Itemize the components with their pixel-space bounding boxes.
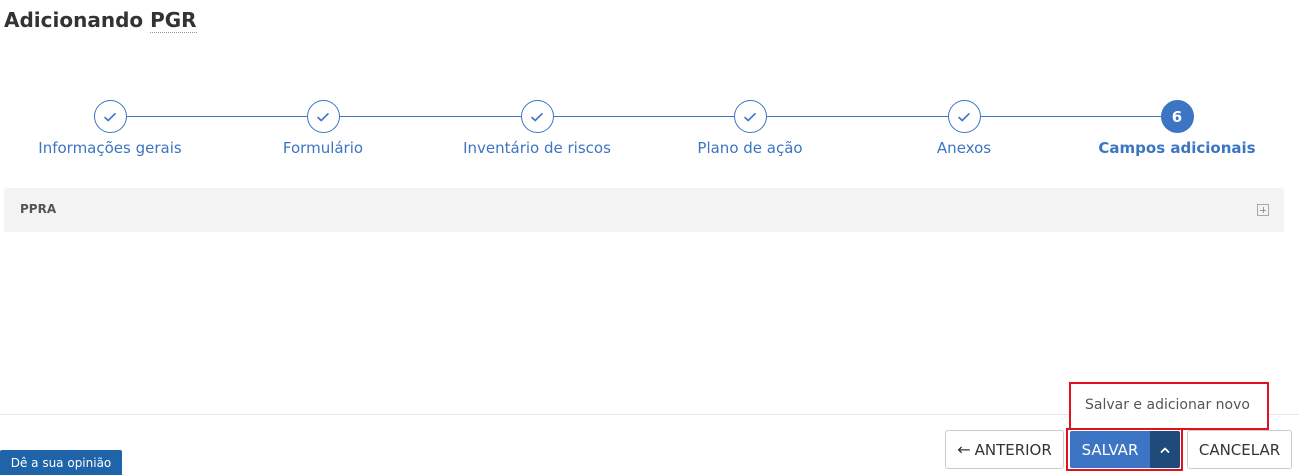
step-label: Campos adicionais (1098, 139, 1256, 157)
save-button[interactable]: SALVAR (1070, 431, 1150, 468)
step-plano-de-acao[interactable]: Plano de ação (640, 100, 860, 157)
feedback-label: Dê a sua opinião (10, 455, 112, 470)
cancel-button-label: CANCELAR (1198, 440, 1281, 459)
check-icon (93, 100, 127, 133)
ppra-panel-header[interactable]: PPRA (4, 188, 1284, 232)
step-label: Anexos (936, 139, 992, 157)
plus-square-icon[interactable] (1257, 204, 1269, 216)
step-anexos[interactable]: Anexos (854, 100, 1074, 157)
step-formulario[interactable]: Formulário (213, 100, 433, 157)
step-informacoes-gerais[interactable]: Informações gerais (0, 100, 220, 157)
save-button-label: SALVAR (1081, 440, 1139, 459)
step-inventario-de-riscos[interactable]: Inventário de riscos (427, 100, 647, 157)
save-options-dropup: Salvar e adicionar novo (1069, 382, 1269, 430)
panel-title: PPRA (20, 202, 57, 216)
step-label: Informações gerais (38, 139, 182, 157)
previous-button[interactable]: ← ANTERIOR (945, 430, 1064, 469)
previous-button-label: ANTERIOR (974, 440, 1052, 459)
check-icon (520, 100, 554, 133)
check-icon (306, 100, 340, 133)
step-label: Formulário (282, 139, 364, 157)
step-campos-adicionais[interactable]: 6 Campos adicionais (1067, 100, 1287, 157)
wizard-stepper: Informações gerais Formulário Inventário… (0, 100, 1299, 160)
step-label: Plano de ação (697, 139, 803, 157)
save-options-toggle[interactable] (1150, 431, 1180, 468)
step-label: Inventário de riscos (463, 139, 611, 157)
arrow-left-icon: ← (957, 440, 971, 459)
save-and-add-new-option[interactable]: Salvar e adicionar novo (1085, 397, 1250, 413)
step-number: 6 (1160, 100, 1194, 133)
page-title: Adicionando PGR (4, 8, 197, 33)
page-title-entity: PGR (150, 8, 197, 33)
feedback-button[interactable]: Dê a sua opinião (0, 450, 122, 475)
check-icon (947, 100, 981, 133)
page-title-prefix: Adicionando (4, 8, 144, 32)
cancel-button[interactable]: CANCELAR (1187, 430, 1292, 469)
check-icon (733, 100, 767, 133)
chevron-up-icon (1160, 447, 1170, 453)
